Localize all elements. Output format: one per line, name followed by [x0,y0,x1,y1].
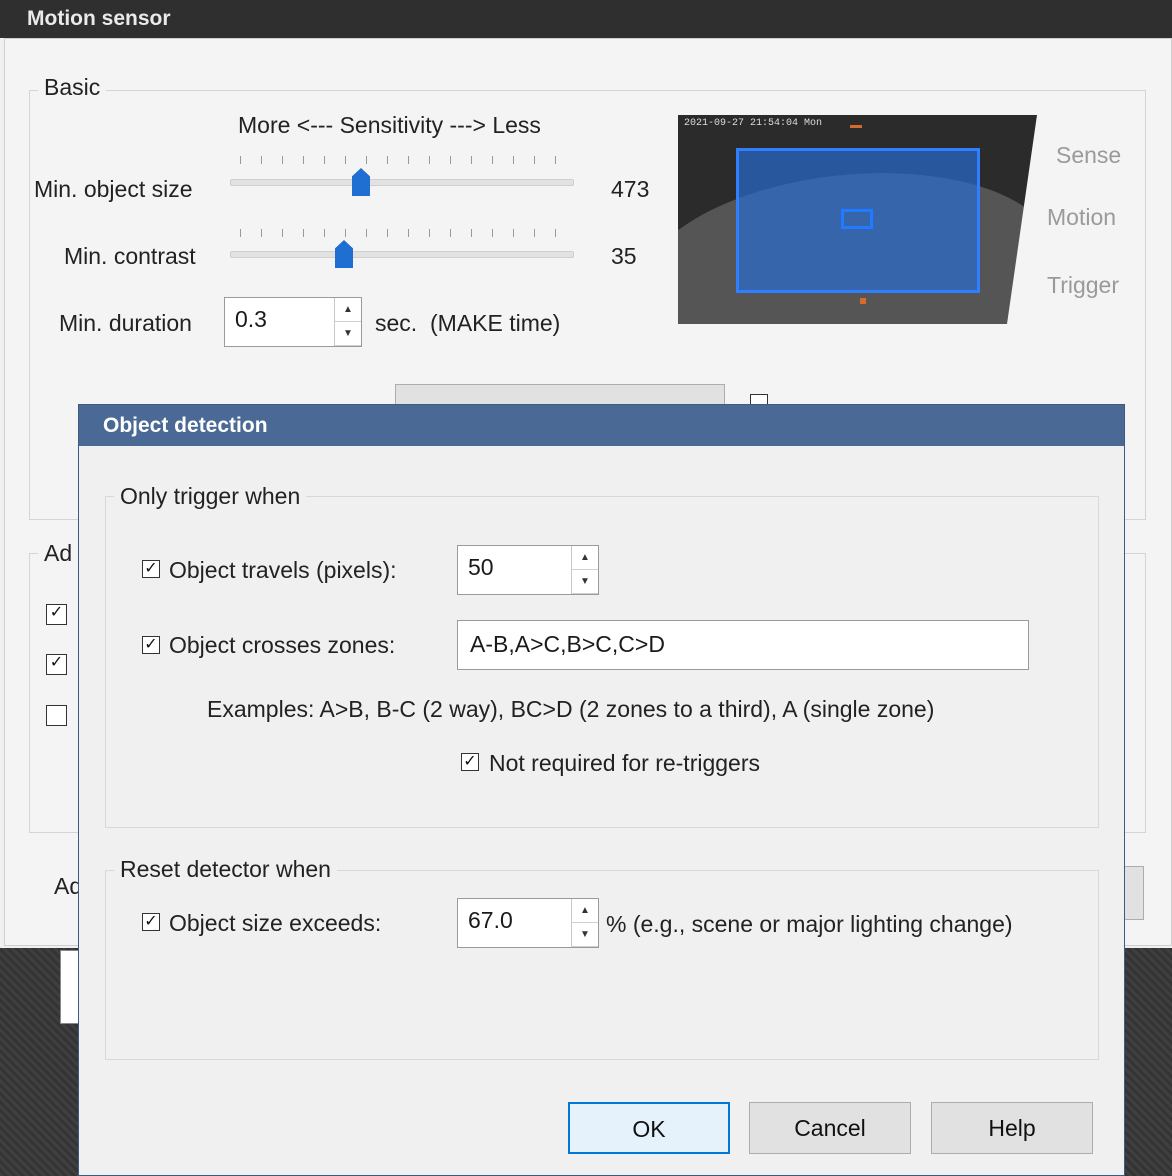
advanced-checkbox-2[interactable]: ✓ [46,654,67,675]
object-size-exceeds-value: 67.0 [468,907,513,933]
spin-down-icon[interactable]: ▼ [572,570,598,594]
min-duration-note: (MAKE time) [430,310,561,336]
slider-ticks [240,156,570,164]
preview-marker [860,298,866,304]
help-button[interactable]: Help [931,1102,1093,1154]
min-duration-input[interactable]: 0.3 ▲ ▼ [224,297,362,347]
sense-label: Sense [1056,142,1122,168]
background-window-edge [60,950,80,1024]
spin-up-icon[interactable]: ▲ [572,899,598,923]
object-size-exceeds-input[interactable]: 67.0 ▲ ▼ [457,898,599,948]
advanced-checkbox-3[interactable] [46,705,67,726]
not-required-checkbox[interactable]: ✓ [461,753,479,771]
not-required-label: Not required for re-triggers [489,750,760,776]
reset-detector-label: Reset detector when [114,856,337,883]
min-duration-spinner[interactable]: ▲ ▼ [334,298,361,346]
dialog-body: Only trigger when ✓ Object travels (pixe… [82,446,1121,1173]
object-travels-input[interactable]: 50 ▲ ▼ [457,545,599,595]
camera-preview: 2021-09-27 21:54:04 Mon [678,115,1037,324]
reset-detector-group [105,870,1099,1060]
advanced-group-label: Ad [38,540,79,567]
only-trigger-when-label: Only trigger when [114,483,307,510]
min-duration-label: Min. duration [59,310,192,336]
min-duration-unit: sec. [375,310,418,336]
object-crosses-value: A-B,A>C,B>C,C>D [470,631,665,657]
min-contrast-value: 35 [611,243,637,269]
spin-up-icon[interactable]: ▲ [572,546,598,570]
min-object-size-label: Min. object size [34,176,193,202]
object-crosses-label: Object crosses zones: [169,632,396,658]
min-contrast-slider[interactable] [230,251,574,258]
object-size-exceeds-label: Object size exceeds: [169,910,382,936]
spin-up-icon[interactable]: ▲ [335,298,361,322]
object-crosses-checkbox[interactable]: ✓ [142,636,160,654]
min-duration-value: 0.3 [235,306,267,332]
object-travels-spinner[interactable]: ▲ ▼ [571,546,598,594]
object-travels-label: Object travels (pixels): [169,557,397,583]
advanced-checkbox-1[interactable]: ✓ [46,604,67,625]
preview-timestamp: 2021-09-27 21:54:04 Mon [684,118,823,129]
object-box [841,209,873,229]
object-travels-value: 50 [468,554,494,580]
trigger-label: Trigger [1047,272,1119,298]
object-crosses-input[interactable]: A-B,A>C,B>C,C>D [457,620,1029,670]
min-object-size-slider[interactable] [230,179,574,186]
only-when-triggered-checkbox[interactable] [750,394,768,404]
examples-text: Examples: A>B, B-C (2 way), BC>D (2 zone… [207,696,935,722]
preview-marker [850,125,862,128]
object-detection-dialog: Object detection Only trigger when ✓ Obj… [78,404,1125,1176]
sensitivity-label: More <--- Sensitivity ---> Less [238,112,541,138]
dialog-title: Object detection [79,405,1124,446]
window-title: Motion sensor [0,0,1172,38]
object-size-exceeds-spinner[interactable]: ▲ ▼ [571,899,598,947]
right-button-partial[interactable] [1124,866,1144,920]
motion-label: Motion [1047,204,1117,230]
min-object-size-value: 473 [611,176,650,202]
object-size-exceeds-checkbox[interactable]: ✓ [142,913,160,931]
min-contrast-label: Min. contrast [64,243,196,269]
spin-down-icon[interactable]: ▼ [572,923,598,947]
spin-down-icon[interactable]: ▼ [335,322,361,346]
cancel-button[interactable]: Cancel [749,1102,911,1154]
slider-ticks [240,229,570,237]
highlight-dropdown[interactable] [395,384,725,406]
basic-group-label: Basic [38,74,107,101]
object-size-exceeds-suffix: % (e.g., scene or major lighting change) [606,911,1013,937]
ok-button[interactable]: OK [568,1102,730,1154]
object-travels-checkbox[interactable]: ✓ [142,560,160,578]
